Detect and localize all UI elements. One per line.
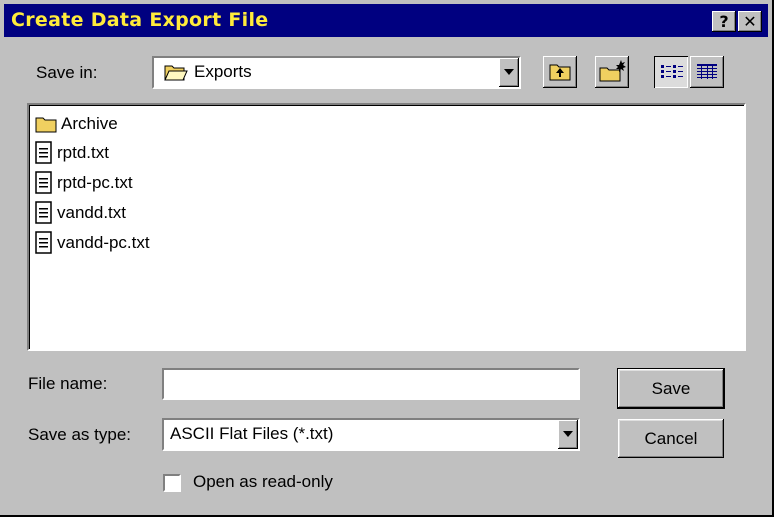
read-only-label[interactable]: Open as read-only: [193, 472, 333, 492]
list-item[interactable]: vandd.txt: [35, 199, 126, 227]
chevron-down-icon[interactable]: [499, 58, 519, 87]
text-file-icon: [35, 201, 52, 224]
list-view-button[interactable]: [654, 56, 688, 88]
save-in-label: Save in:: [36, 63, 98, 82]
list-item[interactable]: vandd-pc.txt: [35, 229, 150, 257]
folder-open-icon: [164, 63, 188, 86]
file-list[interactable]: Archive rptd.txt rptd-pc.txt vandd.txt v…: [27, 103, 746, 351]
save-in-value: Exports: [194, 62, 252, 81]
text-file-icon: [35, 231, 52, 254]
save-as-type-value: ASCII Flat Files (*.txt): [170, 424, 334, 443]
create-new-folder-icon: [599, 60, 626, 82]
save-button[interactable]: Save: [617, 368, 725, 409]
text-file-icon: [35, 171, 52, 194]
create-data-export-dialog: Create Data Export File ? ✕ Save in: Exp…: [0, 0, 774, 517]
dialog-title: Create Data Export File: [11, 9, 269, 31]
cancel-button[interactable]: Cancel: [618, 419, 724, 458]
chevron-down-icon[interactable]: [558, 420, 578, 449]
list-view-icon: [661, 65, 683, 78]
details-view-icon: [697, 64, 717, 79]
read-only-checkbox[interactable]: [163, 474, 181, 492]
list-item[interactable]: rptd.txt: [35, 139, 109, 167]
save-as-type-label: Save as type:: [28, 425, 132, 444]
folder-icon: [35, 117, 57, 133]
file-name-label: File name:: [28, 374, 108, 393]
up-one-level-button[interactable]: [543, 56, 577, 88]
close-button[interactable]: ✕: [738, 11, 762, 32]
up-one-level-icon: [549, 64, 571, 81]
text-file-icon: [35, 141, 52, 164]
title-bar[interactable]: Create Data Export File ? ✕: [4, 4, 768, 37]
details-view-button[interactable]: [690, 56, 724, 88]
help-button[interactable]: ?: [712, 11, 736, 32]
file-name-input[interactable]: [162, 368, 580, 400]
list-item[interactable]: Archive: [35, 110, 118, 138]
create-new-folder-button[interactable]: [595, 56, 629, 88]
save-as-type-dropdown[interactable]: ASCII Flat Files (*.txt): [162, 418, 580, 451]
list-item[interactable]: rptd-pc.txt: [35, 169, 133, 197]
save-in-dropdown[interactable]: Exports: [152, 56, 521, 89]
